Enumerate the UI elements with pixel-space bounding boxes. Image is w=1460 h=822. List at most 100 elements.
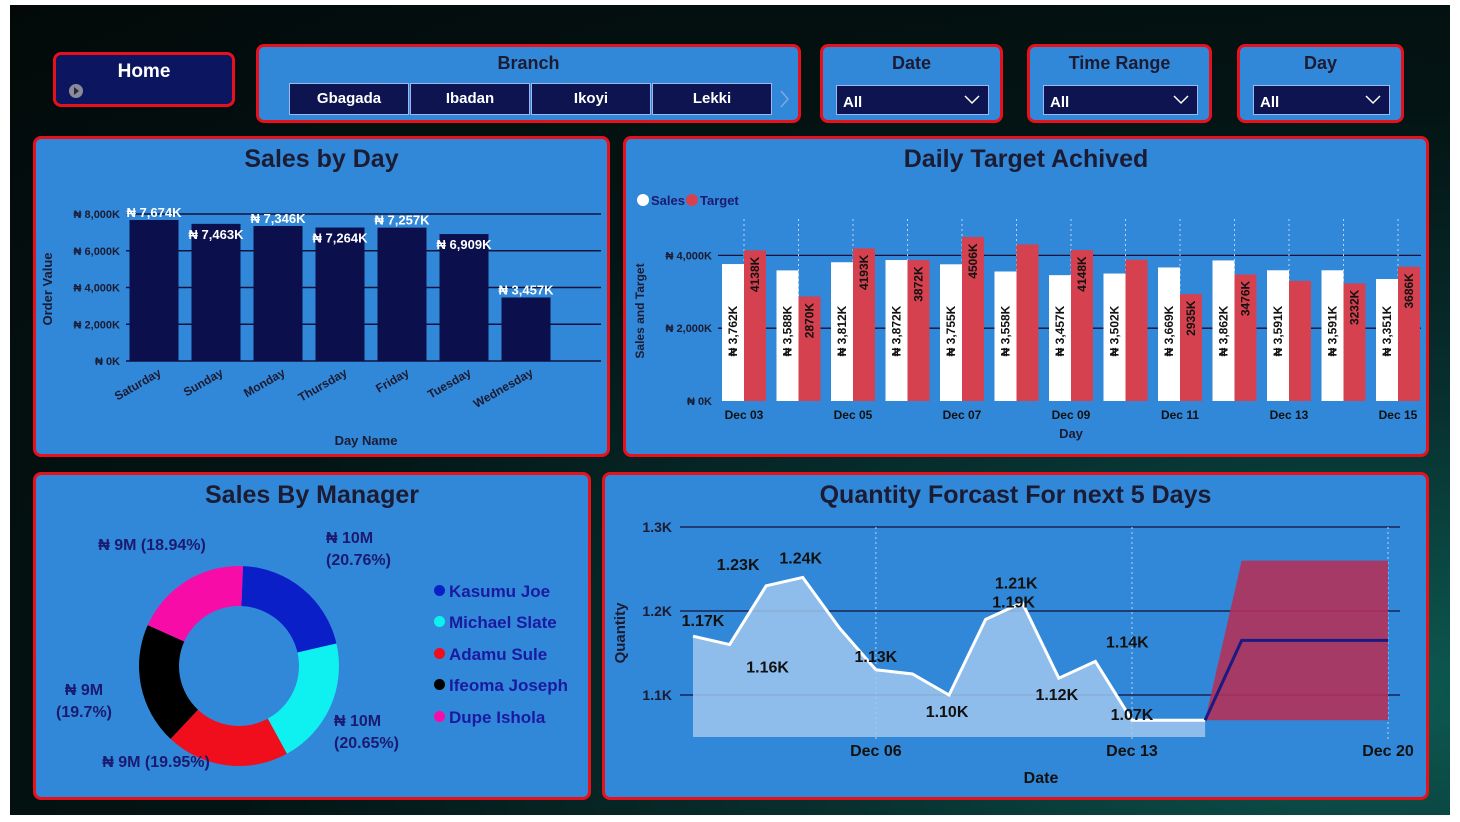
sales-data-label: ₦ 3,588K xyxy=(781,305,795,356)
time-range-slicer: Time Range All xyxy=(1027,44,1212,123)
target-bar xyxy=(1289,280,1311,401)
legend-label: Dupe Ishola xyxy=(449,708,546,727)
data-label: 1.14K xyxy=(1106,634,1149,651)
arrow-icon xyxy=(69,84,83,98)
x-tick-label: Dec 09 xyxy=(1052,408,1091,422)
data-label: ₦ 7,463K xyxy=(189,227,245,242)
y-tick-label: ₦ 2,000K xyxy=(666,323,713,335)
x-tick-label: Dec 07 xyxy=(943,408,982,422)
donut-slice xyxy=(267,643,340,754)
slice-percent: (19.7%) xyxy=(56,704,112,721)
time-range-dropdown-value: All xyxy=(1050,94,1070,111)
x-tick-label: Tuesday xyxy=(425,365,474,401)
target-data-label: 4506K xyxy=(966,243,980,279)
bar xyxy=(377,227,427,361)
x-tick-label: Dec 20 xyxy=(1362,743,1414,760)
sales-data-label: ₦ 3,862K xyxy=(1217,305,1231,356)
data-label: ₦ 6,909K xyxy=(437,237,493,252)
x-tick-label: Dec 03 xyxy=(725,408,764,422)
x-tick-label: Thursday xyxy=(296,365,350,404)
sales-by-manager-card: Sales By Manager ₦ 10M (20.76%) ₦ 10M (20.6… xyxy=(33,472,591,800)
slice-percent: (19.95%) xyxy=(140,754,209,771)
chevron-down-icon xyxy=(1365,95,1381,105)
quantity-forecast-chart: 1.1K 1.2K 1.3K Dec 06 Dec 13 Dec 20 1.17K 1.16K… xyxy=(612,519,1414,787)
y-axis-label: Quantity xyxy=(612,602,629,663)
chevron-right-icon[interactable] xyxy=(779,89,791,109)
slice-value-label: ₦ 9M (19.7%) xyxy=(56,682,112,721)
sales-by-manager-chart: ₦ 10M (20.76%) ₦ 10M (20.65%) ₦ 9M (19.95%) ₦… xyxy=(56,530,399,771)
slice-value-label: ₦ 10M (20.76%) xyxy=(326,530,391,569)
home-button[interactable]: Home xyxy=(53,52,235,107)
x-tick-label: Saturday xyxy=(112,365,164,403)
slice-value-label: ₦ 9M (18.94%) xyxy=(98,537,206,554)
x-tick-label: Dec 11 xyxy=(1161,408,1199,422)
branch-option-lekki[interactable]: Lekki xyxy=(652,83,772,115)
slice-amount: ₦ 10M xyxy=(326,530,373,547)
branch-option-ikoyi[interactable]: Ikoyi xyxy=(531,83,651,115)
data-label: ₦ 7,346K xyxy=(251,211,307,226)
legend-dot-icon xyxy=(434,585,445,596)
y-tick-label: ₦ 6,000K xyxy=(74,246,121,258)
data-label: ₦ 7,674K xyxy=(127,205,183,220)
date-dropdown[interactable]: All xyxy=(836,85,989,115)
legend-label: Target xyxy=(700,193,739,208)
daily-target-card: Daily Target Achived ₦ 0K ₦ 2,000K ₦ 4,000… xyxy=(623,136,1429,457)
legend-item-kasumu-joe[interactable]: Kasumu Joe xyxy=(434,582,550,602)
time-range-dropdown[interactable]: All xyxy=(1043,85,1198,115)
day-slicer: Day All xyxy=(1237,44,1404,123)
target-data-label: 2870K xyxy=(803,303,817,339)
data-label: 1.12K xyxy=(1035,687,1078,704)
legend-dot-icon xyxy=(434,616,445,627)
slice-amount: ₦ 9M xyxy=(65,682,103,699)
sales-data-label: ₦ 3,812K xyxy=(835,305,849,356)
target-data-label: 4193K xyxy=(857,254,871,290)
bar xyxy=(129,219,179,361)
y-axis-label: Sales and Target xyxy=(633,263,647,358)
data-label: 1.17K xyxy=(682,613,725,630)
x-tick-label: Dec 06 xyxy=(850,743,902,760)
y-tick-label: ₦ 4,000K xyxy=(666,250,713,262)
time-range-slicer-title: Time Range xyxy=(1068,53,1171,73)
x-tick-label: Dec 13 xyxy=(1270,408,1309,422)
target-data-label: 3476K xyxy=(1239,280,1253,316)
x-tick-label: Dec 15 xyxy=(1379,408,1418,422)
y-tick-label: ₦ 8,000K xyxy=(74,209,121,221)
legend-item-adamu-sule[interactable]: Adamu Sule xyxy=(434,645,547,665)
legend-dot-icon xyxy=(637,194,649,206)
sales-by-day-card: Sales by Day ₦ 0K ₦ 2,000K ₦ 4,000K ₦ 6,000… xyxy=(33,136,610,457)
legend-item-michael-slate[interactable]: Michael Slate xyxy=(434,613,557,633)
bar xyxy=(501,297,551,361)
legend-label: Kasumu Joe xyxy=(449,582,551,601)
x-tick-label: Sunday xyxy=(181,365,226,399)
legend-label: Adamu Sule xyxy=(449,645,548,664)
data-label: ₦ 7,257K xyxy=(375,213,431,228)
sales-data-label: ₦ 3,591K xyxy=(1326,305,1340,356)
data-label: ₦ 7,264K xyxy=(313,231,369,246)
data-label: 1.07K xyxy=(1111,707,1154,724)
x-tick-label: Dec 13 xyxy=(1106,743,1158,760)
legend-dot-icon xyxy=(434,711,445,722)
branch-option-ibadan[interactable]: Ibadan xyxy=(410,83,530,115)
x-tick-label: Monday xyxy=(241,365,288,400)
branch-option-gbagada[interactable]: Gbagada xyxy=(289,83,409,115)
slice-percent: (18.94%) xyxy=(136,537,205,554)
bar xyxy=(315,227,365,361)
sales-data-label: ₦ 3,351K xyxy=(1380,305,1394,356)
legend-item-ifeoma-joseph[interactable]: Ifeoma Joseph xyxy=(434,676,568,696)
daily-target-chart: ₦ 0K ₦ 2,000K ₦ 4,000K Sales Target ₦ 3,762K 4… xyxy=(633,193,1421,441)
target-data-label: 4138K xyxy=(748,256,762,292)
home-label: Home xyxy=(117,61,171,82)
bar xyxy=(439,234,489,361)
y-tick-label: 1.2K xyxy=(642,603,672,619)
legend-label: Ifeoma Joseph xyxy=(449,676,569,695)
legend-item-dupe-ishola[interactable]: Dupe Ishola xyxy=(434,708,545,728)
data-label: ₦ 3,457K xyxy=(499,282,555,297)
y-tick-label: ₦ 0K xyxy=(95,356,120,368)
slice-amount: ₦ 10M xyxy=(334,713,381,730)
day-dropdown[interactable]: All xyxy=(1253,85,1390,115)
slice-value-label: ₦ 10M (20.65%) xyxy=(334,713,399,752)
chevron-down-icon xyxy=(1173,95,1189,105)
date-slicer-title: Date xyxy=(891,53,931,73)
branch-slicer-title: Branch xyxy=(497,53,560,73)
data-label: 1.24K xyxy=(779,550,822,567)
